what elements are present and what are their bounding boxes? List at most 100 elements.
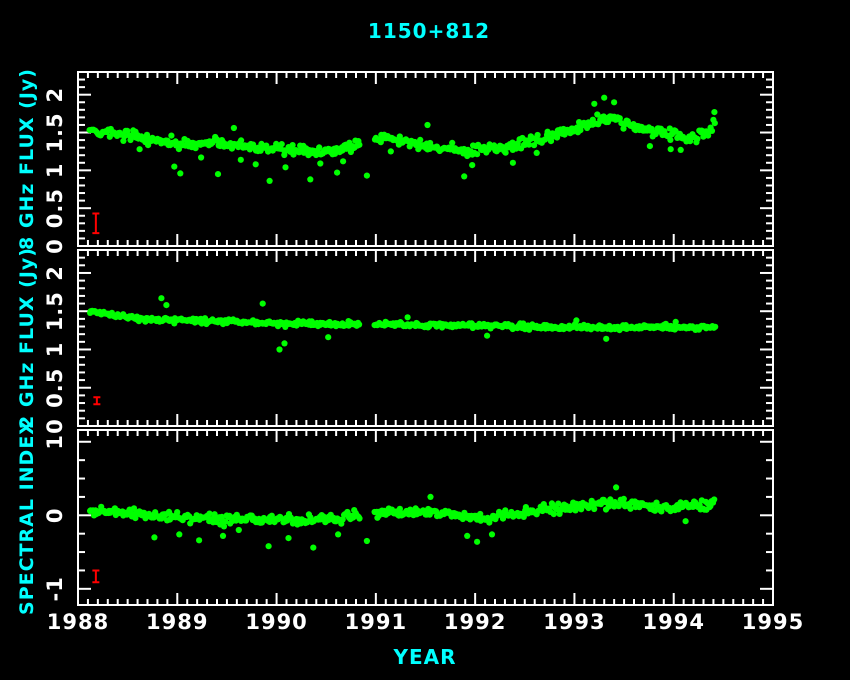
data-point-outlier (317, 160, 323, 166)
data-point (591, 506, 597, 512)
y-tick-label: 1 (43, 163, 67, 179)
y-tick-label: 1 (43, 342, 67, 358)
data-point-outlier (591, 101, 597, 107)
y-tick-label: 0 (43, 418, 67, 434)
panel-frame (78, 250, 773, 426)
data-point-outlier (534, 150, 540, 156)
data-point-outlier (647, 143, 653, 149)
data-point-outlier (683, 518, 689, 524)
y-tick-label: 1.5 (43, 291, 67, 331)
data-point-outlier (611, 99, 617, 105)
data-point-outlier (668, 146, 674, 152)
data-point-outlier (238, 157, 244, 163)
data-point (535, 132, 541, 138)
data-point-outlier (427, 494, 433, 500)
data-point (712, 120, 718, 126)
data-point (712, 324, 718, 330)
data-point-outlier (198, 154, 204, 160)
data-point-outlier (489, 531, 495, 537)
data-point-outlier (215, 171, 221, 177)
data-point-outlier (158, 295, 164, 301)
data-point (356, 515, 362, 521)
data-point-outlier (281, 340, 287, 346)
y-tick-label: 0 (43, 507, 67, 523)
y-tick-label: 2 (43, 87, 67, 103)
data-point-outlier (267, 178, 273, 184)
error-bar (92, 213, 99, 233)
data-point-outlier (285, 535, 291, 541)
x-tick-labels: 19881989199019911992199319941995 (47, 610, 804, 634)
data-point-group (87, 95, 718, 184)
data-point-outlier (253, 161, 259, 167)
data-point-outlier (469, 162, 475, 168)
x-tick-label: 1989 (146, 610, 208, 634)
data-point-outlier (461, 173, 467, 179)
data-point-outlier (510, 160, 516, 166)
y-tick-label: -1 (43, 576, 67, 601)
y-tick-label: 0 (43, 238, 67, 254)
x-tick-label: 1993 (543, 610, 605, 634)
panel-3: -1 0 1 (43, 430, 773, 605)
data-point (709, 128, 715, 134)
y-tick-label: 1 (43, 434, 67, 450)
data-point-outlier (603, 336, 609, 342)
data-point (356, 142, 362, 148)
data-point-group (87, 295, 718, 353)
data-point-outlier (260, 301, 266, 307)
data-point (279, 141, 285, 147)
x-tick-label: 1990 (245, 610, 307, 634)
data-point (449, 140, 455, 146)
data-point-group (87, 484, 717, 550)
x-tick-label: 1992 (444, 610, 506, 634)
data-point-outlier (231, 125, 237, 131)
data-point-outlier (335, 531, 341, 537)
data-point (168, 133, 174, 139)
panel-frame (78, 72, 773, 246)
x-tick-label: 1991 (345, 610, 407, 634)
data-point-outlier (196, 537, 202, 543)
data-point (621, 496, 627, 502)
data-point-outlier (325, 334, 331, 340)
data-point-outlier (340, 158, 346, 164)
data-point-outlier (573, 317, 579, 323)
data-point-outlier (405, 314, 411, 320)
data-point (694, 136, 700, 142)
data-point-outlier (673, 319, 679, 325)
data-point-outlier (678, 147, 684, 153)
y-tick-label: 1.5 (43, 112, 67, 152)
data-point (667, 137, 673, 143)
data-point-outlier (220, 533, 226, 539)
y-tick-label: 2 (43, 265, 67, 281)
error-bar (92, 570, 99, 582)
data-point-outlier (474, 539, 480, 545)
data-point-outlier (364, 173, 370, 179)
y-tick-label: 0.5 (43, 188, 67, 228)
panel-1: 0 0.5 1 1.5 2 (43, 72, 773, 254)
data-point-outlier (282, 164, 288, 170)
data-point (174, 509, 180, 515)
data-point-outlier (334, 170, 340, 176)
data-point-outlier (266, 543, 272, 549)
data-point-outlier (276, 346, 282, 352)
data-point (417, 137, 423, 143)
x-tick-label: 1988 (47, 610, 109, 634)
light-curve-chart: 00.511.5200.511.52-101198819891990199119… (0, 0, 850, 680)
data-point-outlier (177, 170, 183, 176)
figure-1150-812: 1150+812 8 GHz FLUX (Jy) 2 GHz FLUX (Jy)… (0, 0, 850, 680)
data-point-outlier (424, 122, 430, 128)
error-bar (93, 397, 100, 404)
data-point (356, 321, 362, 327)
data-point-outlier (484, 333, 490, 339)
data-point-outlier (176, 531, 182, 537)
y-tick-label: 0.5 (43, 368, 67, 408)
data-point-outlier (151, 534, 157, 540)
data-point-outlier (137, 146, 143, 152)
data-point (474, 151, 480, 157)
data-point-outlier (364, 538, 370, 544)
data-point-outlier (310, 545, 316, 551)
data-point-outlier (601, 95, 607, 101)
data-point-outlier (171, 164, 177, 170)
data-point-outlier (307, 176, 313, 182)
data-point (503, 150, 509, 156)
x-tick-label: 1994 (642, 610, 704, 634)
